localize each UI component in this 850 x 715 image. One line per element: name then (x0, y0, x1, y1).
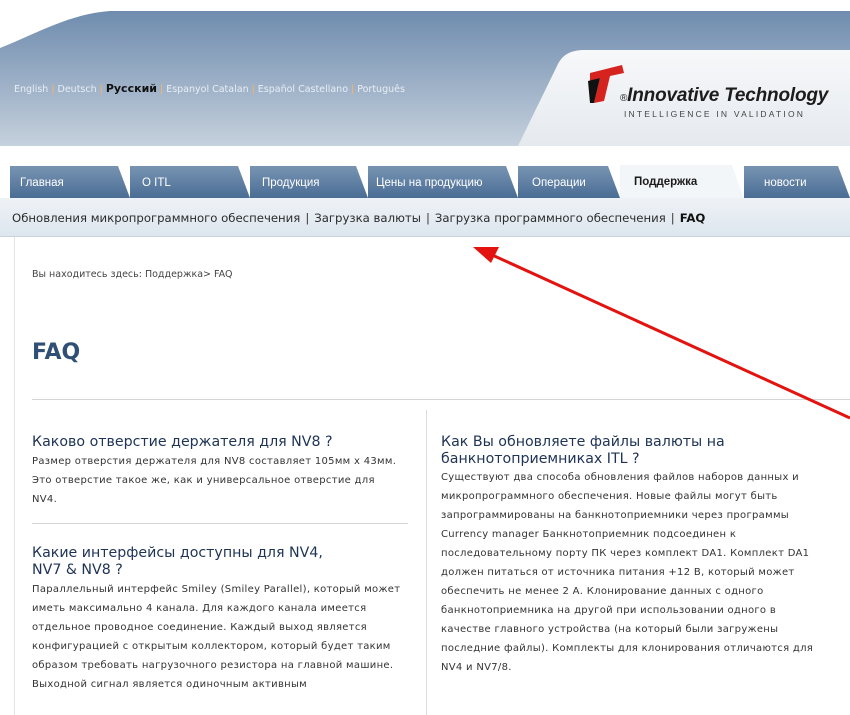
tab-label: Продукция (262, 177, 320, 189)
language-separator: | (251, 84, 255, 95)
faq-answer-text: Существуют два способа обновления файлов… (441, 472, 814, 673)
faq-question-title: Как Вы обновляете файлы валюты на банкно… (441, 434, 725, 467)
faq-question-title: Каково отверстие держателя для NV8 ? (32, 434, 333, 450)
support-subnav: Обновления микропрограммного обеспечения… (0, 198, 850, 237)
column-divider (426, 410, 427, 715)
subnav-software-download-link[interactable]: Загрузка программного обеспечения (435, 211, 666, 225)
tab-label: новости (764, 177, 807, 189)
language-separator: | (51, 84, 55, 95)
tab-label: Главная (20, 177, 64, 189)
logo-name: Innovative Technology (627, 85, 829, 106)
tab-news[interactable]: новости (744, 166, 850, 198)
tab-support[interactable]: Поддержка (620, 165, 744, 199)
language-link[interactable]: Português (357, 84, 405, 95)
subnav-links: Обновления микропрограммного обеспечения… (12, 211, 705, 225)
tab-about[interactable]: О ITL (130, 166, 250, 198)
main-nav-tabs: Главная О ITL Продукция Цены на продукци… (10, 166, 850, 198)
faq-question-title: Какие интерфейсы доступны для NV4, NV7 &… (32, 545, 323, 578)
subnav-separator: | (670, 211, 675, 225)
tab-label: О ITL (142, 177, 171, 189)
title-divider (32, 399, 850, 400)
header-banner: English | Deutsch | Русский | Espanyol Catalan… (0, 0, 850, 150)
language-separator: | (159, 84, 164, 95)
tab-products[interactable]: Продукция (250, 166, 368, 198)
innovative-technology-logo[interactable]: ®Innovative Technology INTELLIGENCE IN V… (584, 63, 834, 123)
faq-answer-text: Параллельный интерфейс Smiley (Smiley Pa… (32, 584, 401, 690)
subnav-separator: | (425, 211, 430, 225)
language-link[interactable]: English (14, 84, 48, 95)
content-left-border (14, 237, 15, 715)
language-link[interactable]: Русский (106, 82, 157, 95)
subnav-faq-link[interactable]: FAQ (680, 211, 706, 225)
tab-home[interactable]: Главная (10, 166, 130, 198)
tab-operations[interactable]: Операции (518, 166, 620, 198)
page-title: FAQ (32, 340, 81, 365)
language-separator: | (351, 84, 355, 95)
tab-label: Операции (532, 177, 586, 189)
logo-text: ®Innovative Technology (620, 85, 828, 107)
faq-divider (32, 523, 408, 524)
language-switcher: English | Deutsch | Русский | Espanyol Catalan… (14, 82, 405, 95)
logo-tagline: INTELLIGENCE IN VALIDATION (624, 109, 806, 119)
tab-prices[interactable]: Цены на продукцию (368, 166, 518, 198)
annotation-arrow-line (489, 252, 850, 420)
language-link[interactable]: Español Castellano (258, 84, 348, 95)
language-separator: | (99, 84, 103, 95)
faq-answer-text: Размер отверстия держателя для NV8 соста… (32, 456, 397, 505)
language-link[interactable]: Espanyol Catalan (166, 84, 248, 95)
subnav-firmware-updates-link[interactable]: Обновления микропрограммного обеспечения (12, 211, 300, 225)
annotation-arrow-head (473, 247, 499, 263)
tab-label: Цены на продукцию (376, 177, 483, 189)
language-link[interactable]: Deutsch (58, 84, 97, 95)
tab-label: Поддержка (634, 176, 698, 188)
breadcrumb: Вы находитесь здесь: Поддержка> FAQ (32, 269, 233, 280)
subnav-currency-download-link[interactable]: Загрузка валюты (314, 211, 421, 225)
subnav-separator: | (305, 211, 310, 225)
